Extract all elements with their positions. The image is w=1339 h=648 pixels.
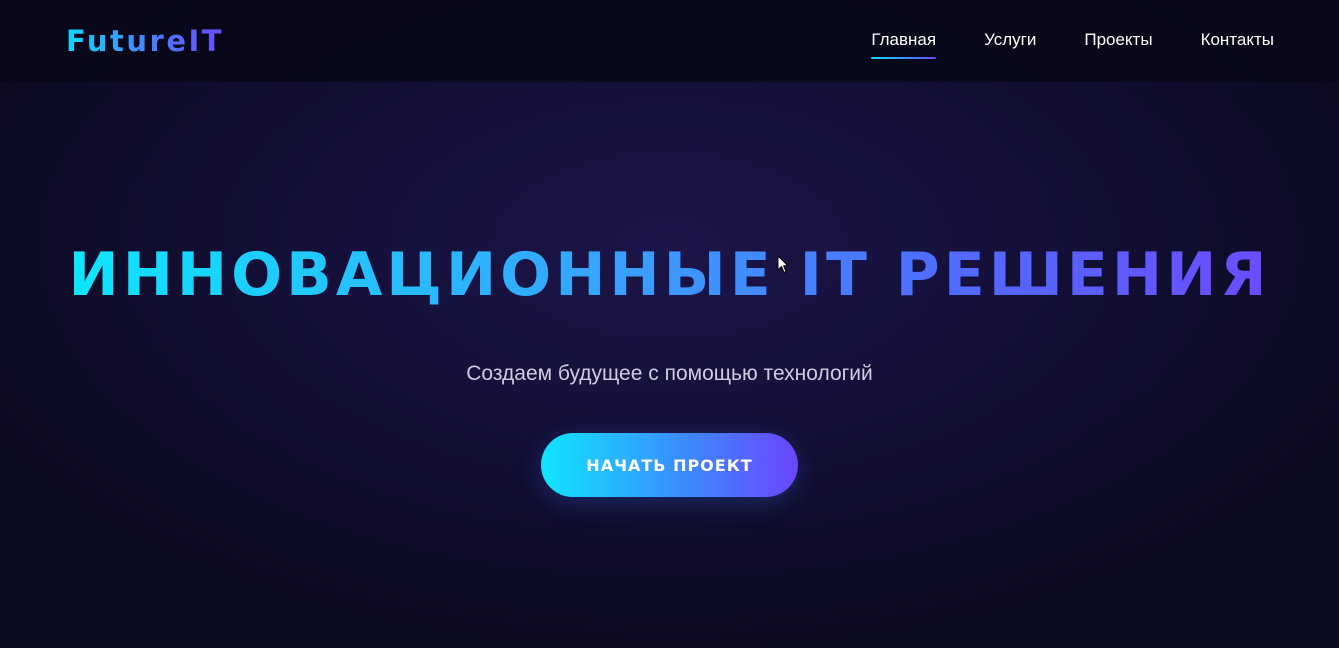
hero-title: ИННОВАЦИОННЫЕ IT РЕШЕНИЯ [0,245,1339,305]
hero-section: ИННОВАЦИОННЫЕ IT РЕШЕНИЯ Создаем будущее… [0,82,1339,648]
nav-item-services[interactable]: Услуги [984,29,1036,54]
nav-item-contacts[interactable]: Контакты [1201,29,1274,54]
nav-item-home[interactable]: Главная [871,29,936,59]
hero-title-text: ИННОВАЦИОННЫЕ IT РЕШЕНИЯ [68,240,1271,310]
start-project-button[interactable]: НАЧАТЬ ПРОЕКТ [541,433,798,497]
site-header: FutureIT Главная Услуги Проекты Контакты [0,0,1339,82]
hero-subtitle: Создаем будущее с помощью технологий [466,362,873,385]
main-nav: Главная Услуги Проекты Контакты [871,29,1274,59]
site-logo[interactable]: FutureIT [66,26,224,56]
nav-item-projects[interactable]: Проекты [1084,29,1152,54]
